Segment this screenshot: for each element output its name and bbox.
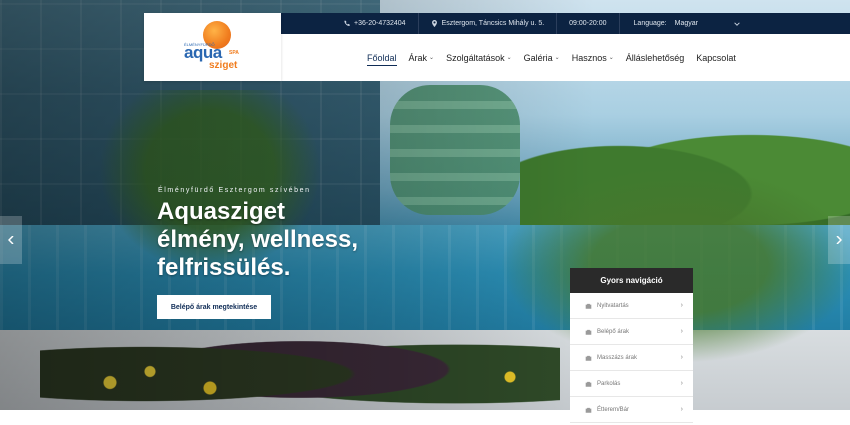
phone-contact[interactable]: +36-20-4732404 (281, 20, 406, 27)
briefcase-icon (585, 407, 592, 413)
top-info-bar: +36-20-4732404 Esztergom, Táncsics Mihál… (281, 13, 850, 34)
hours-text: 09:00-20:00 (569, 20, 607, 27)
chevron-right-icon: › (680, 302, 683, 309)
briefcase-icon (585, 381, 592, 387)
phone-number: +36-20-4732404 (354, 20, 406, 27)
chevron-down-icon: ⌄ (429, 55, 435, 61)
language-value: Magyar (674, 20, 698, 27)
quick-nav-label: Masszázs árak (597, 354, 638, 361)
logo-brand-small: SPA (229, 50, 239, 56)
briefcase-icon (585, 329, 592, 335)
chevron-right-icon: › (680, 380, 683, 387)
view-prices-button[interactable]: Belépő árak megtekintése (157, 295, 271, 319)
language-selector[interactable]: Language: Magyar (620, 20, 740, 27)
quick-nav-item-parking[interactable]: Parkolás › (570, 371, 693, 397)
nav-item-prices[interactable]: Árak ⌄ (403, 34, 441, 81)
quick-nav-label: Belépő árak (597, 328, 630, 335)
nav-item-label: Galéria (523, 52, 553, 63)
chevron-right-icon: › (680, 328, 683, 335)
hero-headline-line: Aquasziget (157, 198, 286, 225)
nav-item-useful[interactable]: Hasznos ⌄ (566, 34, 620, 81)
nav-item-label: Hasznos (571, 52, 607, 63)
quick-nav-item-opening-hours[interactable]: Nyitvatartás › (570, 293, 693, 319)
nav-item-home[interactable]: Főoldal (361, 34, 403, 81)
chevron-down-icon: ⌄ (506, 55, 512, 61)
quick-nav-list: Nyitvatartás › Belépő árak › Masszázs ár… (570, 293, 693, 423)
quick-nav-item-restaurant-bar[interactable]: Étterem/Bár › (570, 397, 693, 423)
chevron-down-icon: ⌄ (554, 55, 560, 61)
nav-item-label: Főoldal (367, 52, 397, 63)
map-pin-icon (431, 20, 437, 27)
language-label: Language: (633, 20, 667, 27)
nav-item-label: Árak (408, 52, 428, 63)
briefcase-icon (585, 355, 592, 361)
chevron-right-icon: › (680, 406, 683, 413)
nav-item-services[interactable]: Szolgáltatások ⌄ (440, 34, 518, 81)
address-contact[interactable]: Esztergom, Táncsics Mihály u. 5. (419, 20, 545, 27)
slider-next-button[interactable] (828, 216, 850, 264)
address-text: Esztergom, Táncsics Mihály u. 5. (441, 20, 545, 27)
chevron-left-icon (8, 236, 14, 244)
nav-item-label: Kapcsolat (696, 52, 736, 63)
quick-nav-item-entry-prices[interactable]: Belépő árak › (570, 319, 693, 345)
nav-item-gallery[interactable]: Galéria ⌄ (518, 34, 566, 81)
chevron-down-icon: ⌄ (608, 55, 614, 61)
chevron-right-icon (836, 236, 842, 244)
hero-headline-line: felfrissülés. (157, 254, 291, 281)
chevron-right-icon: › (680, 354, 683, 361)
quick-nav-label: Nyitvatartás (597, 302, 629, 309)
quick-nav-item-massage-prices[interactable]: Masszázs árak › (570, 345, 693, 371)
site-logo[interactable]: ÉLMÉNYFÜRDŐ aqua SPA sziget (144, 13, 281, 81)
logo-brand-suffix: sziget (209, 60, 238, 71)
quick-nav-label: Parkolás (597, 380, 621, 387)
briefcase-icon (585, 303, 592, 309)
hero-headline: Aquasziget élmény, wellness, felfrissülé… (157, 198, 487, 282)
hero-eyebrow: Élményfürdő Esztergom szívében (158, 187, 311, 194)
quick-nav-label: Étterem/Bár (597, 406, 630, 413)
phone-icon (344, 20, 350, 26)
opening-hours: 09:00-20:00 (557, 20, 606, 27)
main-menu: Főoldal Árak ⌄ Szolgáltatások ⌄ Galéria … (361, 34, 742, 81)
nav-item-label: Szolgáltatások (446, 52, 505, 63)
slider-prev-button[interactable] (0, 216, 22, 264)
nav-item-jobs[interactable]: Álláslehetőség (620, 34, 691, 81)
nav-item-label: Álláslehetőség (625, 52, 685, 63)
chevron-down-icon (734, 21, 740, 26)
hero-headline-line: élmény, wellness, (157, 226, 358, 253)
quick-nav-title: Gyors navigáció (570, 268, 693, 293)
main-navigation-bar: Főoldal Árak ⌄ Szolgáltatások ⌄ Galéria … (281, 34, 850, 81)
nav-item-contact[interactable]: Kapcsolat (690, 34, 742, 81)
